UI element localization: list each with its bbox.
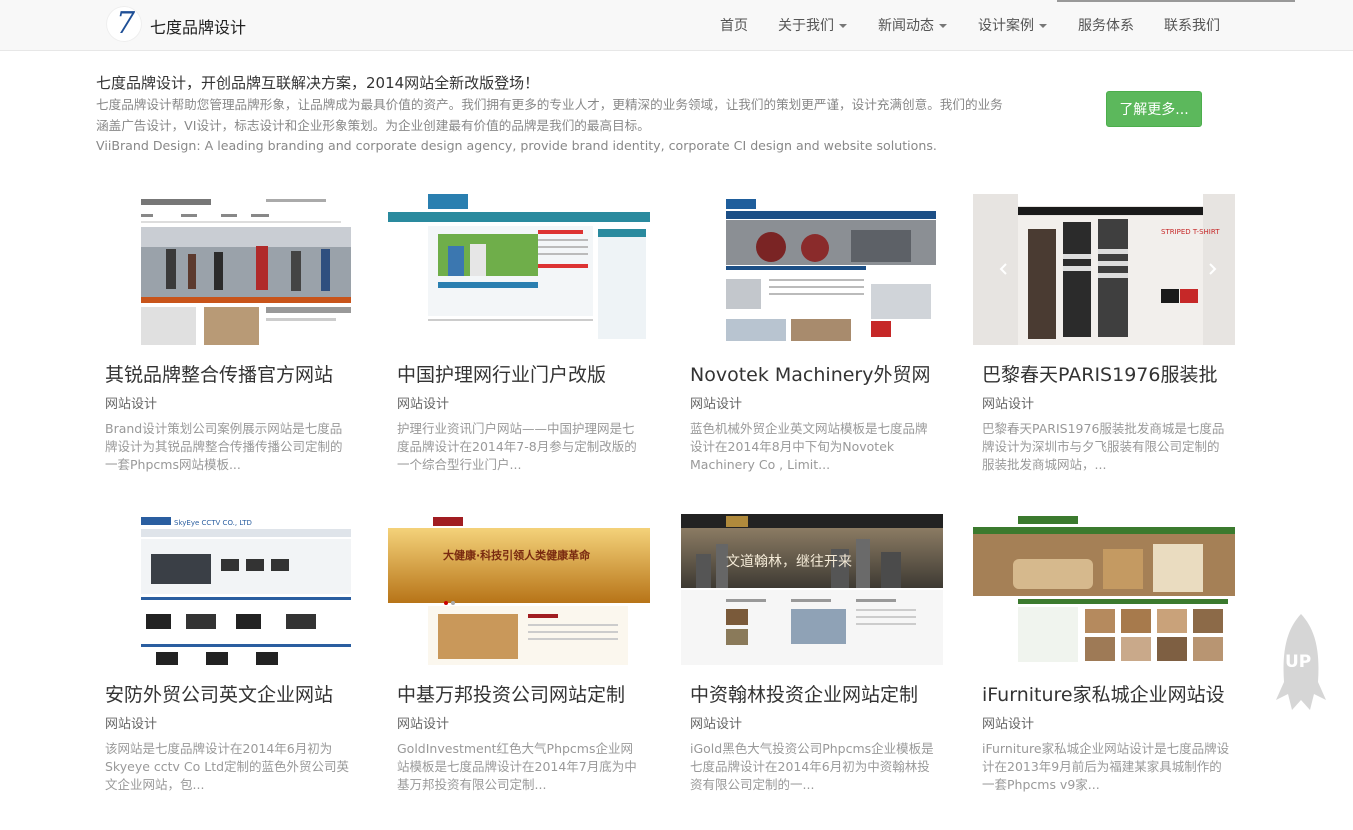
case-title[interactable]: 其锐品牌整合传播官方网站: [105, 360, 351, 387]
nav-item-about[interactable]: 关于我们: [778, 15, 847, 35]
nav-indicator-line: [1057, 0, 1295, 2]
case-category[interactable]: 网站设计: [105, 393, 157, 412]
caret-down-icon: [939, 24, 947, 28]
main-nav: 首页 关于我们 新闻动态 设计案例 服务体系 联系我们: [0, 15, 1353, 35]
case-thumbnail[interactable]: SkyEye CCTV CO., LTD: [96, 514, 358, 665]
case-title[interactable]: iFurniture家私城企业网站设: [982, 680, 1228, 707]
thumbnail-image: [388, 194, 650, 345]
nav-label: 服务体系: [1078, 18, 1134, 34]
case-category[interactable]: 网站设计: [397, 393, 449, 412]
case-category[interactable]: 网站设计: [690, 393, 742, 412]
case-thumbnail[interactable]: [388, 194, 650, 345]
case-category[interactable]: 网站设计: [982, 713, 1034, 732]
nav-item-news[interactable]: 新闻动态: [878, 15, 947, 35]
nav-item-contact[interactable]: 联系我们: [1164, 15, 1220, 35]
case-title[interactable]: 中国护理网行业门户改版: [397, 360, 643, 387]
skyeye-label: SkyEye CCTV CO., LTD: [174, 519, 252, 527]
thumbnail-image: [973, 514, 1235, 665]
case-thumbnail[interactable]: [96, 194, 358, 345]
case-description: 该网站是七度品牌设计在2014年6月初为Skyeye cctv Co Ltd定制…: [105, 741, 350, 792]
learn-more-button[interactable]: 了解更多...: [1106, 91, 1202, 127]
igold-slogan: 文道翰林，继往开来: [726, 554, 852, 570]
case-description: GoldInvestment红色大气Phpcms企业网站模板是七度品牌设计在20…: [397, 741, 637, 792]
case-description: Brand设计策划公司案例展示网站是七度品牌设计为其锐品牌整合传播传播公司定制的…: [105, 421, 343, 472]
nav-label: 关于我们: [778, 18, 834, 34]
case-title[interactable]: 中基万邦投资公司网站定制: [397, 680, 643, 707]
intro-desc-line: ViiBrand Design: A leading branding and …: [96, 138, 937, 153]
case-thumbnail[interactable]: STRIPED T-SHIRT: [973, 194, 1235, 345]
paris-striped-label: STRIPED T-SHIRT: [1161, 228, 1220, 236]
nav-item-cases[interactable]: 设计案例: [978, 15, 1047, 35]
case-description: 护理行业资讯门户网站——中国护理网是七度品牌设计在2014年7-8月参与定制改版…: [397, 421, 637, 472]
back-to-top-button[interactable]: UP: [1270, 612, 1332, 712]
case-title[interactable]: 中资翰林投资企业网站定制: [690, 680, 936, 707]
intro-desc-line: 七度品牌设计帮助您管理品牌形象，让品牌成为最具价值的资产。我们拥有更多的专业人才…: [96, 97, 1003, 112]
thumbnail-image: [681, 194, 943, 345]
case-description: iGold黑色大气投资公司Phpcms企业模板是七度品牌设计在2014年6月初为…: [690, 741, 934, 792]
back-to-top-label: UP: [1285, 652, 1312, 672]
case-title[interactable]: Novotek Machinery外贸网: [690, 360, 936, 387]
nav-item-home[interactable]: 首页: [720, 15, 748, 35]
intro-description: 七度品牌设计帮助您管理品牌形象，让品牌成为最具价值的资产。我们拥有更多的专业人才…: [96, 95, 1046, 157]
intro-desc-line: 涵盖广告设计，VI设计，标志设计和企业形象策划。为企业创建最有价值的品牌是我们的…: [96, 117, 650, 133]
thumbnail-image: 大健康·科技引领人类健康革命: [388, 514, 650, 665]
nav-label: 设计案例: [978, 18, 1034, 34]
caret-down-icon: [839, 24, 847, 28]
case-title[interactable]: 巴黎春天PARIS1976服装批: [982, 360, 1228, 387]
case-category[interactable]: 网站设计: [397, 713, 449, 732]
goldinv-slogan: 大健康·科技引领人类健康革命: [443, 548, 591, 562]
nav-label: 联系我们: [1164, 18, 1220, 34]
case-thumbnail[interactable]: [973, 514, 1235, 665]
thumbnail-image: STRIPED T-SHIRT: [973, 194, 1235, 345]
nav-item-services[interactable]: 服务体系: [1078, 15, 1134, 35]
case-description: 巴黎春天PARIS1976服装批发商城是七度品牌设计为深圳市与夕飞服装有限公司定…: [982, 421, 1225, 472]
thumbnail-image: SkyEye CCTV CO., LTD: [96, 514, 358, 665]
caret-down-icon: [1039, 24, 1047, 28]
thumbnail-image: 文道翰林，继往开来: [681, 514, 943, 665]
thumbnail-image: [96, 194, 358, 345]
case-category[interactable]: 网站设计: [982, 393, 1034, 412]
case-category[interactable]: 网站设计: [105, 713, 157, 732]
case-description: iFurniture家私城企业网站设计是七度品牌设计在2013年9月前后为福建某…: [982, 741, 1230, 792]
nav-label: 首页: [720, 18, 748, 34]
case-title[interactable]: 安防外贸公司英文企业网站: [105, 680, 351, 707]
intro-title: 七度品牌设计，开创品牌互联解决方案，2014网站全新改版登场！: [96, 74, 540, 92]
case-thumbnail[interactable]: [681, 194, 943, 345]
case-category[interactable]: 网站设计: [690, 713, 742, 732]
case-description: 蓝色机械外贸企业英文网站模板是七度品牌设计在2014年8月中下旬为Novotek…: [690, 421, 928, 472]
case-thumbnail[interactable]: 大健康·科技引领人类健康革命: [388, 514, 650, 665]
nav-label: 新闻动态: [878, 18, 934, 34]
case-thumbnail[interactable]: 文道翰林，继往开来: [681, 514, 943, 665]
top-navbar: 7 七度品牌设计 首页 关于我们 新闻动态 设计案例 服务体系 联系我们: [0, 0, 1353, 51]
